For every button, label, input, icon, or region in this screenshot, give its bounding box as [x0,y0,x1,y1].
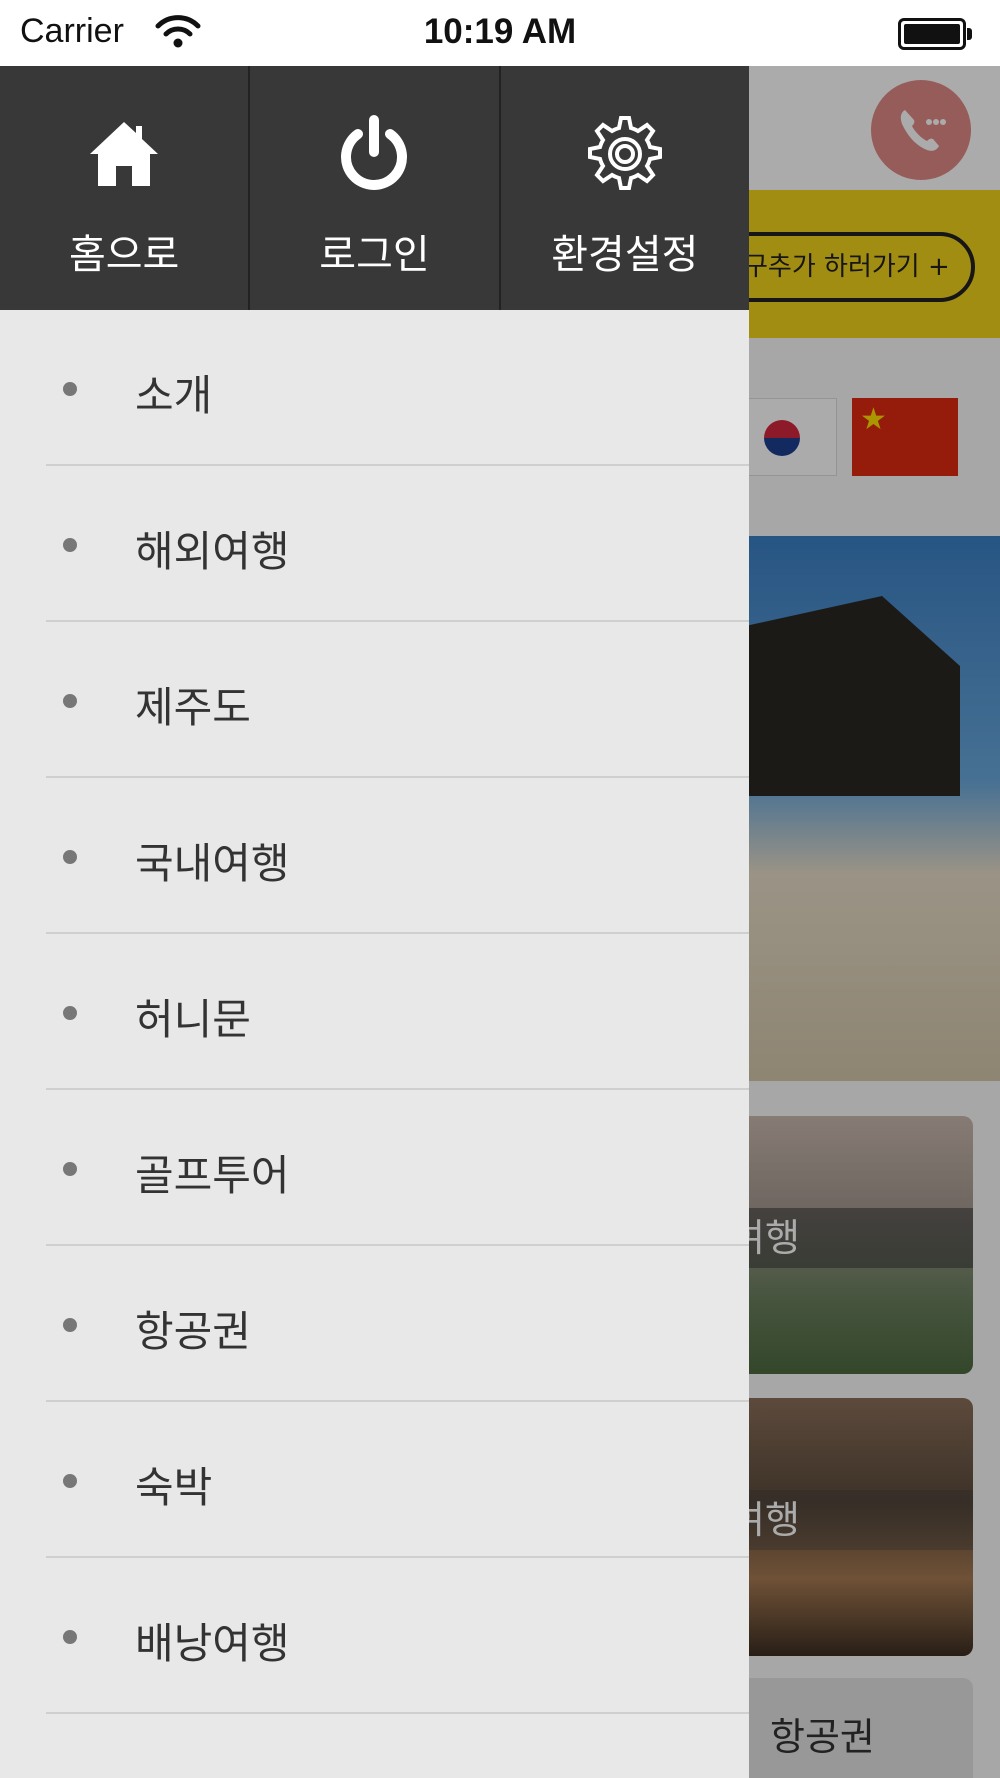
menu-item-label: 숙박 [135,1463,213,1512]
status-bar: Carrier 10:19 AM [0,0,1000,66]
bullet-icon [63,850,77,864]
menu-item-label: 국내여행 [135,839,290,888]
power-icon [341,115,408,190]
drawer-header: 홈으로 로그인 환경설정 [0,66,749,310]
menu-item-golf-tour[interactable]: 골프투어 [0,1090,749,1246]
battery-icon [898,18,972,50]
side-drawer: 홈으로 로그인 환경설정 소개 해외여행 제주도 국내여행 허니문 골프투어 항… [0,66,749,1778]
menu-item-overseas-travel[interactable]: 해외여행 [0,466,749,622]
menu-item-jeju[interactable]: 제주도 [0,622,749,778]
home-button-label: 홈으로 [68,232,180,278]
drawer-menu: 소개 해외여행 제주도 국내여행 허니문 골프투어 항공권 숙박 배낭여행 [0,310,749,1714]
menu-item-label: 제주도 [135,683,251,732]
settings-button-label: 환경설정 [551,232,699,278]
divider [46,1712,749,1714]
menu-item-honeymoon[interactable]: 허니문 [0,934,749,1090]
menu-item-airline-tickets[interactable]: 항공권 [0,1246,749,1402]
menu-item-label: 배낭여행 [135,1619,290,1668]
menu-item-intro[interactable]: 소개 [0,310,749,466]
login-button-label: 로그인 [319,232,430,278]
menu-item-backpacking[interactable]: 배낭여행 [0,1558,749,1714]
bullet-icon [63,382,77,396]
menu-item-label: 소개 [135,371,213,420]
bullet-icon [63,1318,77,1332]
home-button[interactable]: 홈으로 [0,66,251,310]
settings-button[interactable]: 환경설정 [501,66,749,310]
bullet-icon [63,694,77,708]
status-time: 10:19 AM [423,12,577,51]
gear-icon [587,116,662,190]
menu-item-label: 허니문 [135,995,251,1044]
bullet-icon [63,1630,77,1644]
menu-item-accommodation[interactable]: 숙박 [0,1402,749,1558]
menu-item-label: 항공권 [135,1307,251,1356]
menu-item-domestic-travel[interactable]: 국내여행 [0,778,749,934]
home-icon [90,122,159,186]
login-button[interactable]: 로그인 [250,66,501,310]
bullet-icon [63,538,77,552]
menu-item-label: 골프투어 [135,1151,290,1200]
bullet-icon [63,1162,77,1176]
bullet-icon [63,1474,77,1488]
menu-item-label: 해외여행 [135,527,290,576]
bullet-icon [63,1006,77,1020]
